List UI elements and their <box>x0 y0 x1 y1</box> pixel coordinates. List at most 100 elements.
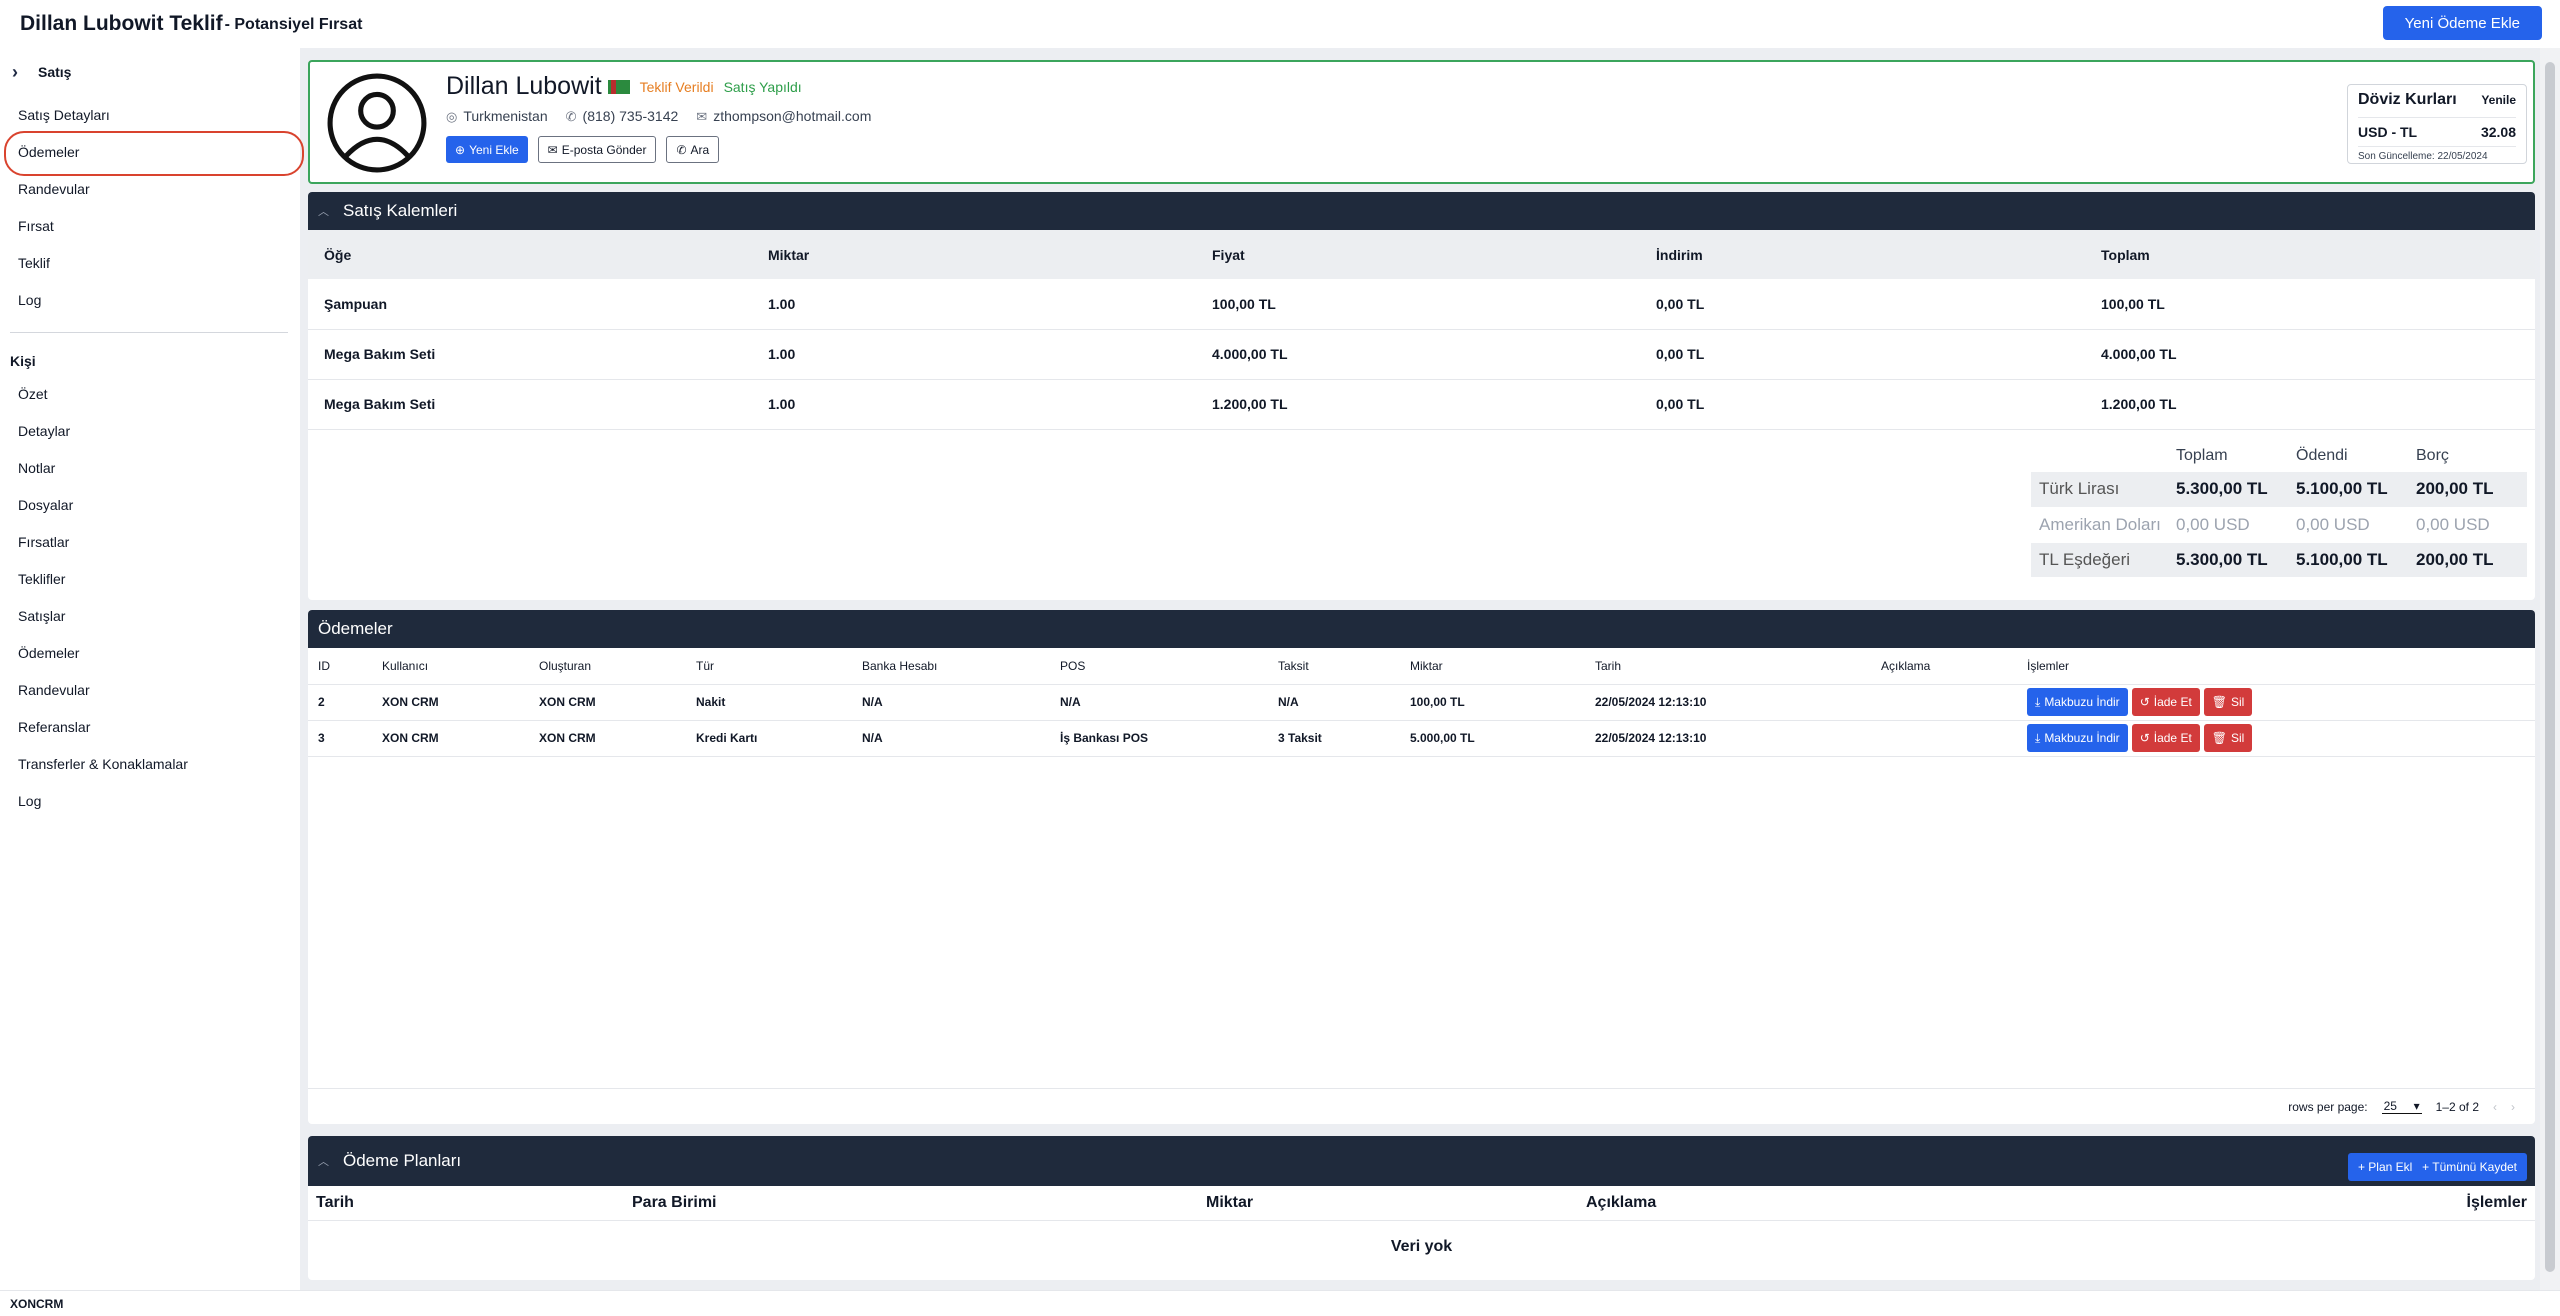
sidebar-item-log[interactable]: Log <box>0 281 300 318</box>
sidebar-item-person-log[interactable]: Log <box>0 782 300 819</box>
column-header: Banka Hesabı <box>852 648 1050 685</box>
phone-icon: ✆ <box>676 142 687 157</box>
sidebar: › Satış Satış Detayları Ödemeler Randevu… <box>0 48 304 1290</box>
sidebar-item-references[interactable]: Referanslar <box>0 708 300 745</box>
send-email-button[interactable]: ✉ E-posta Gönder <box>537 136 657 163</box>
table-cell <box>1871 684 2017 721</box>
delete-button[interactable]: 🗑 Sil <box>2203 688 2253 716</box>
refresh-rates-button[interactable]: Yenile <box>2481 93 2516 107</box>
sidebar-item-quotes[interactable]: Teklifler <box>0 560 300 597</box>
exchange-rates-box: Döviz Kurları Yenile USD - TL 32.08 Son Gü… <box>2347 84 2527 164</box>
rows-per-page-label: rows per page: <box>2288 1099 2368 1114</box>
page-range: 1–2 of 2 <box>2435 1099 2479 1114</box>
new-payment-button[interactable]: Yeni Ödeme Ekle <box>2382 6 2542 40</box>
table-header-row: ID Kullanıcı Oluşturan Tür Banka Hesabı … <box>308 648 2535 685</box>
sidebar-item-summary[interactable]: Özet <box>0 375 300 412</box>
sidebar-item-notes[interactable]: Notlar <box>0 449 300 486</box>
payments-table: ID Kullanıcı Oluşturan Tür Banka Hesabı … <box>308 648 2535 757</box>
sidebar-item-details[interactable]: Detaylar <box>0 412 300 449</box>
status-sale-made: Satış Yapıldı <box>723 78 802 95</box>
scrollbar-thumb[interactable] <box>2545 62 2555 1272</box>
table-cell: 1.00 <box>752 379 1196 430</box>
sidebar-item-person-appointments[interactable]: Randevular <box>0 671 300 708</box>
table-cell: 1.00 <box>752 329 1196 380</box>
chevron-right-icon: › <box>12 61 18 82</box>
phone-info: ✆ (818) 735-3142 <box>566 108 679 125</box>
delete-label: Sil <box>2231 731 2245 745</box>
payment-plans-title: Ödeme Planları <box>343 1151 462 1170</box>
download-receipt-button[interactable]: ⤓ Makbuzu İndir <box>2027 724 2128 752</box>
table-cell: N/A <box>1050 684 1268 721</box>
add-new-button[interactable]: ⊕ Yeni Ekle <box>446 136 528 163</box>
table-cell: N/A <box>1268 684 1400 721</box>
sidebar-item-person-payments[interactable]: Ödemeler <box>0 634 300 671</box>
page-scrollbar[interactable] <box>2540 48 2560 1290</box>
download-receipt-button[interactable]: ⤓ Makbuzu İndir <box>2027 688 2128 716</box>
table-cell: 4.000,00 TL <box>2085 329 2535 380</box>
summary-row-try: Türk Lirası 5.300,00 TL 5.100,00 TL 200,… <box>2031 472 2527 508</box>
prev-page-icon[interactable]: ‹ <box>2493 1100 2497 1114</box>
summary-row-usd: Amerikan Doları 0,00 USD 0,00 USD 0,00 U… <box>2031 507 2527 543</box>
table-row: 3 XON CRM XON CRM Kredi Kartı N/A İş Ban… <box>308 720 2535 757</box>
caret-down-icon: ▾ <box>2413 1099 2420 1113</box>
save-all-button[interactable]: + Tümünü Kaydet <box>2412 1153 2527 1181</box>
delete-label: Sil <box>2231 695 2245 709</box>
sidebar-item-quote[interactable]: Teklif <box>0 244 300 281</box>
pagination: rows per page: 25 ▾ 1–2 of 2 ‹ › <box>308 1088 2535 1124</box>
table-header-row: Tarih Para Birimi Miktar Açıklama İşleml… <box>308 1186 2535 1221</box>
refund-button[interactable]: ↺ İade Et <box>2131 688 2200 716</box>
footer: XONCRM <box>0 1290 2560 1316</box>
table-cell: 22/05/2024 12:13:10 <box>1585 720 1871 757</box>
column-header: Tür <box>686 648 852 685</box>
column-header: Açıklama <box>1871 648 2017 685</box>
payments-card: Ödemeler ID Kullanıcı Oluşturan Tür Bank… <box>308 610 2535 1124</box>
summary-header-row: Toplam Ödendi Borç <box>2031 440 2527 472</box>
refund-icon: ↺ <box>2139 731 2150 745</box>
table-cell: Nakit <box>686 684 852 721</box>
call-button[interactable]: ✆ Ara <box>666 136 720 163</box>
column-header: İşlemler <box>2017 648 2535 685</box>
table-cell: 4.000,00 TL <box>1196 329 1640 380</box>
exchange-rate: 32.08 <box>2480 124 2516 140</box>
sales-items-header[interactable]: ︿ Satış Kalemleri <box>308 192 2535 230</box>
table-cell: 1.200,00 TL <box>1196 379 1640 430</box>
sidebar-item-payments[interactable]: Ödemeler <box>0 131 304 176</box>
column-header: İşlemler <box>2278 1186 2535 1221</box>
column-header: Miktar <box>1400 648 1585 685</box>
summary-value: 200,00 TL <box>2408 472 2527 508</box>
column-header: Oluşturan <box>529 648 686 685</box>
phone-text: (818) 735-3142 <box>582 108 679 124</box>
sales-items-card: ︿ Satış Kalemleri Öğe Miktar Fiyat İndiri… <box>308 192 2535 600</box>
rows-per-page-select[interactable]: 25 ▾ <box>2381 1099 2422 1114</box>
sidebar-item-opportunities[interactable]: Fırsatlar <box>0 523 300 560</box>
refund-button[interactable]: ↺ İade Et <box>2131 724 2200 752</box>
table-cell: XON CRM <box>372 684 529 721</box>
summary-value: 5.100,00 TL <box>2288 472 2408 508</box>
summary-label: Amerikan Doları <box>2031 507 2168 543</box>
email-info: ✉ zthompson@hotmail.com <box>696 108 871 125</box>
sidebar-item-sales[interactable]: Satışlar <box>0 597 300 634</box>
summary-value: 5.300,00 TL <box>2168 472 2288 508</box>
sidebar-section-sales[interactable]: › Satış <box>0 48 300 96</box>
rows-per-page-value: 25 <box>2383 1099 2397 1113</box>
empty-state: Veri yok <box>1390 1237 1453 1255</box>
table-cell: 0,00 TL <box>1640 379 2085 430</box>
table-cell: Şampuan <box>308 279 752 330</box>
table-cell: 100,00 TL <box>1196 279 1640 330</box>
page-title: Dillan Lubowit Teklif <box>20 12 223 35</box>
table-cell: 1.00 <box>752 279 1196 330</box>
table-cell: 0,00 TL <box>1640 279 2085 330</box>
delete-button[interactable]: 🗑 Sil <box>2203 724 2253 752</box>
sidebar-item-files[interactable]: Dosyalar <box>0 486 300 523</box>
column-header: ID <box>308 648 372 685</box>
add-new-label: Yeni Ekle <box>469 142 519 157</box>
summary-value: 0,00 USD <box>2168 507 2288 543</box>
sidebar-item-transfers[interactable]: Transferler & Konaklamalar <box>0 745 300 782</box>
sidebar-item-sales-details[interactable]: Satış Detayları <box>0 96 300 133</box>
table-cell: N/A <box>852 684 1050 721</box>
payment-plans-header[interactable]: ︿ Ödeme Planları + Plan Ekle + Tümünü Ka… <box>308 1136 2535 1186</box>
table-cell: XON CRM <box>372 720 529 757</box>
trash-icon: 🗑 <box>2211 731 2228 745</box>
next-page-icon[interactable]: › <box>2511 1100 2515 1114</box>
sidebar-item-opportunity[interactable]: Fırsat <box>0 207 300 244</box>
